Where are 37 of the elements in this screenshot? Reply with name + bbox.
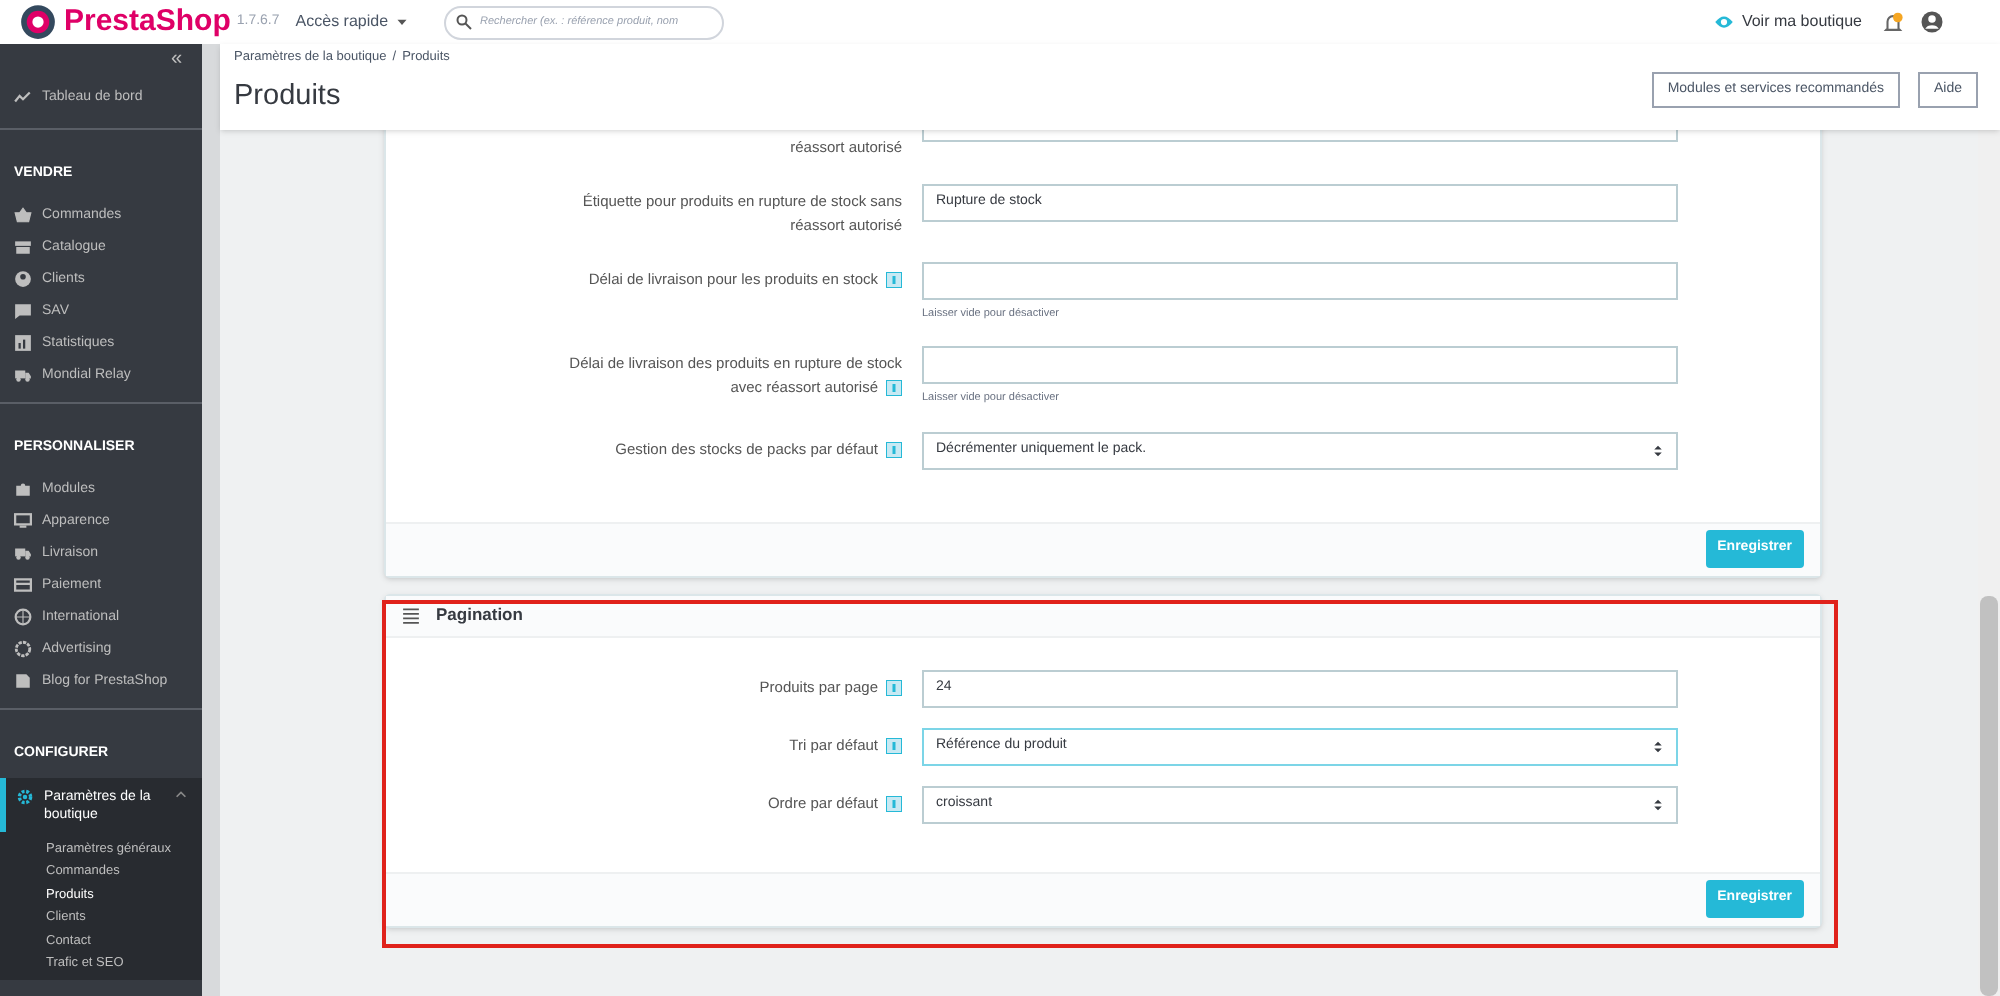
help-icon xyxy=(886,737,902,754)
help-icon xyxy=(886,272,902,289)
page-title: Produits xyxy=(234,77,343,114)
credit-card-icon xyxy=(14,575,32,593)
scrollbar-thumb[interactable] xyxy=(1980,596,1998,996)
help-icon xyxy=(886,679,902,696)
truck-icon xyxy=(14,543,32,561)
caret-icon xyxy=(396,16,409,28)
eye-icon xyxy=(1713,12,1734,32)
brand-logo[interactable]: PrestaShop xyxy=(64,0,231,45)
list-icon xyxy=(402,606,420,624)
sort-caret-icon xyxy=(1652,797,1664,811)
panel-title: Pagination xyxy=(436,602,523,628)
globe-icon xyxy=(14,607,32,625)
user-circle-icon xyxy=(14,269,32,287)
basket-icon xyxy=(14,205,32,223)
store-icon xyxy=(14,237,32,255)
chat-icon xyxy=(14,301,32,319)
monitor-icon xyxy=(14,511,32,529)
input-field[interactable] xyxy=(922,346,1678,385)
chevron-up-icon xyxy=(174,788,188,802)
settings-icon xyxy=(16,788,34,806)
bar-chart-icon xyxy=(14,333,32,351)
collapse-button[interactable]: « xyxy=(170,50,182,70)
chart-line-icon xyxy=(14,87,32,105)
help-icon xyxy=(886,380,902,397)
quick-access-button[interactable]: Accès rapide xyxy=(295,10,409,34)
search-icon xyxy=(456,14,473,30)
user-circle-icon xyxy=(1920,10,1944,34)
sort-caret-icon xyxy=(1652,739,1664,753)
document-icon xyxy=(14,671,32,689)
view-shop-link[interactable]: Voir ma boutique xyxy=(1713,10,1862,34)
sort-caret-icon xyxy=(1652,443,1664,457)
input-field[interactable] xyxy=(922,262,1678,300)
help-icon xyxy=(886,441,902,458)
help-icon xyxy=(886,795,902,812)
truck-icon xyxy=(14,365,32,383)
